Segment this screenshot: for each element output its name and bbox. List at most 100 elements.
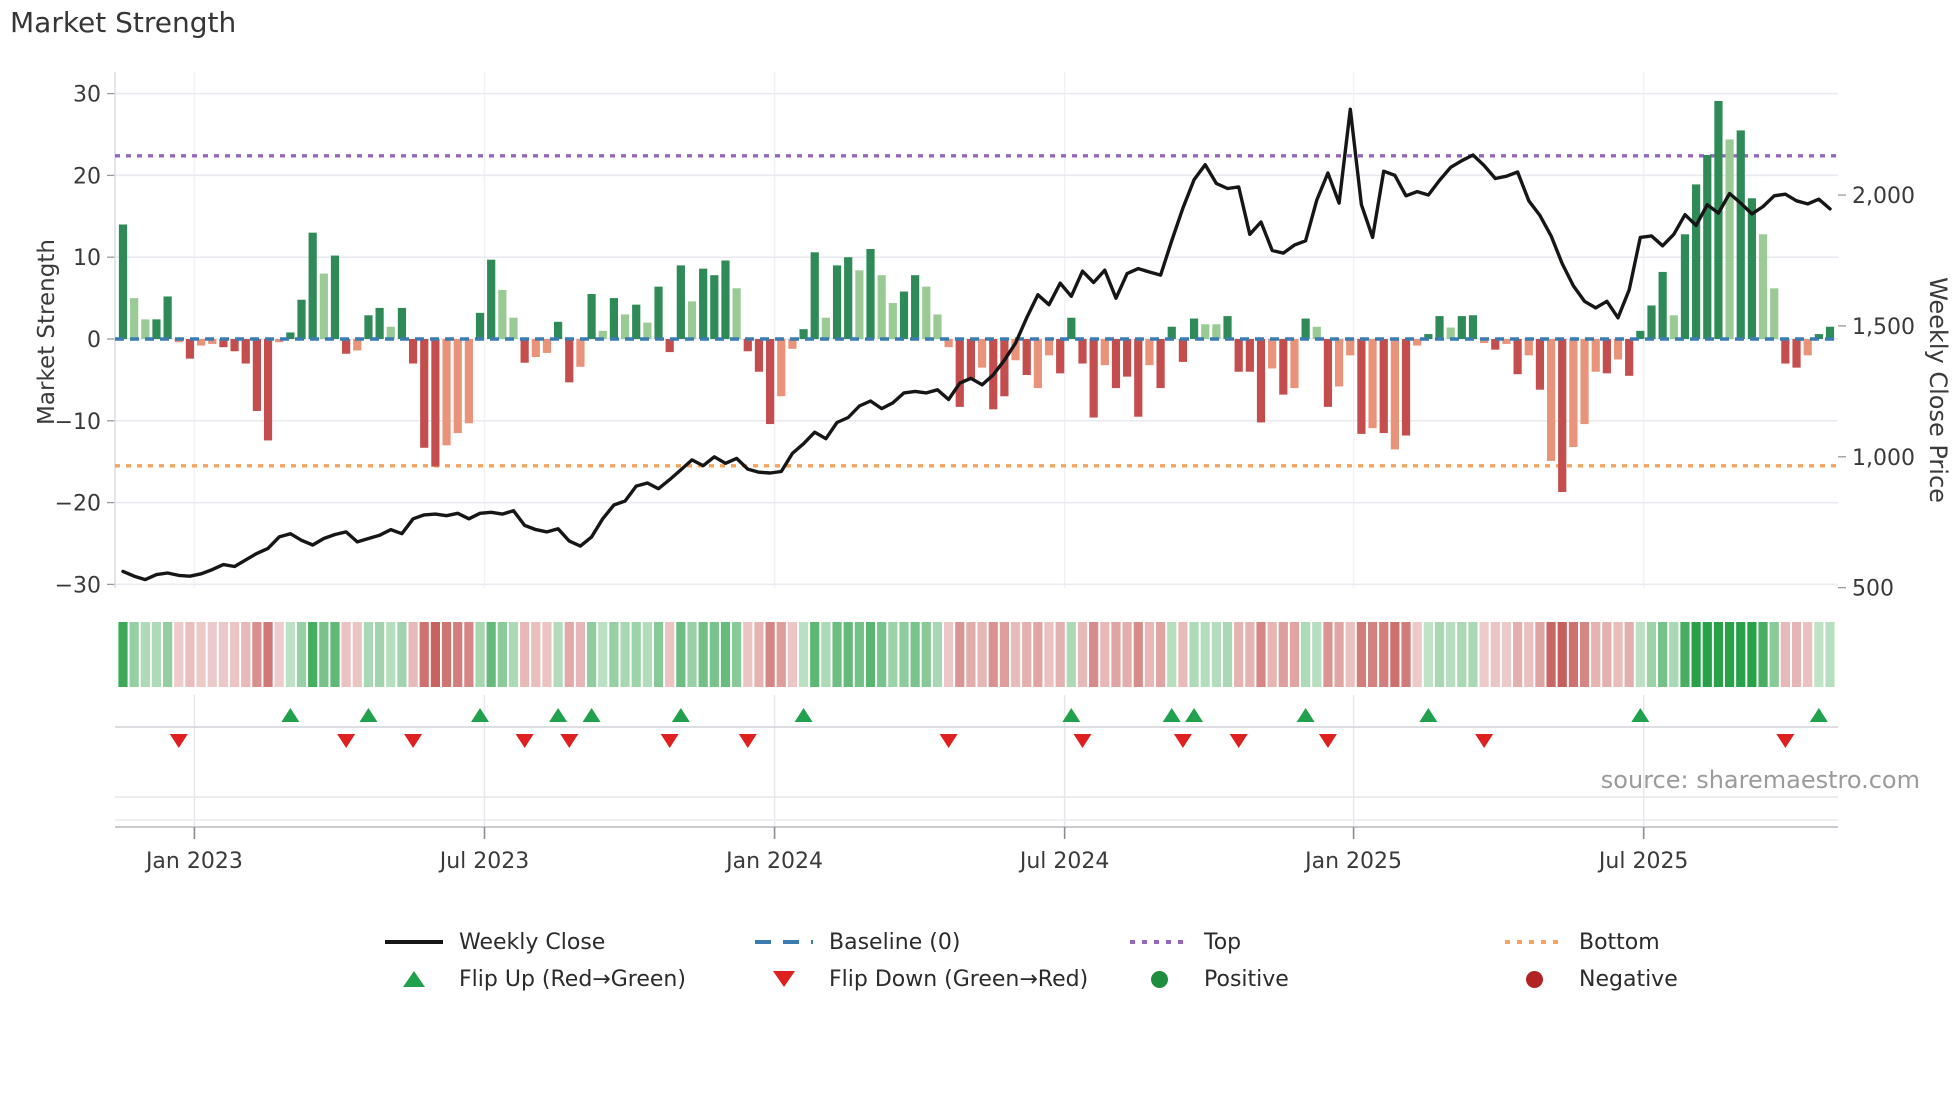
- strength-bar: [844, 257, 853, 339]
- legend-label: Negative: [1579, 966, 1678, 992]
- heatmap-cell: [453, 622, 463, 687]
- legend-item-flip-up: Flip Up (Red→Green): [383, 962, 686, 996]
- flip-up-marker: [582, 708, 601, 722]
- heatmap-cell: [564, 622, 574, 687]
- heatmap-cell: [241, 622, 251, 687]
- strength-bar: [542, 339, 552, 353]
- heatmap-cell: [854, 622, 864, 687]
- flip-up-marker: [671, 708, 690, 722]
- heatmap-cell: [653, 622, 664, 687]
- strength-bar: [1658, 271, 1667, 339]
- strength-bar: [1033, 339, 1042, 389]
- flip-down-marker: [515, 734, 534, 748]
- heatmap-cell: [1446, 622, 1456, 687]
- heatmap-cell: [1044, 622, 1054, 687]
- right-axis-title: Weekly Close Price: [1924, 277, 1952, 503]
- heatmap-cell: [1111, 622, 1121, 687]
- strength-bar: [1546, 339, 1556, 461]
- strength-bar: [977, 339, 987, 368]
- strength-bar: [1758, 234, 1768, 339]
- strength-bar: [1401, 339, 1411, 436]
- negative-dot-icon: [1503, 970, 1565, 988]
- heatmap-cell: [1669, 622, 1679, 687]
- heatmap-cell: [743, 622, 753, 687]
- heatmap-cell: [363, 622, 374, 687]
- left-axis-tick-label: −30: [55, 573, 101, 598]
- strength-bar: [1256, 339, 1266, 423]
- heatmap-cell: [1312, 622, 1322, 687]
- heatmap-cell: [375, 622, 385, 687]
- left-axis-tick-label: 10: [73, 246, 101, 271]
- flip-down-marker: [404, 734, 423, 748]
- legend-item-top: Top: [1128, 925, 1241, 959]
- strength-bar: [1178, 339, 1188, 362]
- heatmap-cell: [1234, 622, 1244, 687]
- heatmap-cell: [687, 622, 697, 687]
- heatmap-cell: [765, 622, 775, 687]
- heatmap-cell: [609, 622, 619, 687]
- strength-bar: [1056, 339, 1065, 374]
- strength-bar: [620, 314, 630, 339]
- strength-bar: [330, 255, 340, 339]
- strength-bar: [1457, 316, 1466, 339]
- strength-bar: [1781, 339, 1790, 364]
- strength-bar: [386, 326, 395, 339]
- top-dotted-icon: [1128, 938, 1190, 946]
- strength-bar: [252, 339, 261, 411]
- heatmap-cell: [464, 622, 474, 687]
- heatmap-cell: [798, 622, 809, 687]
- strength-bar: [743, 339, 752, 352]
- baseline-dash-icon: [753, 938, 815, 946]
- heatmap-cell: [163, 622, 173, 687]
- heatmap-cell: [553, 622, 563, 687]
- heatmap-cell: [542, 622, 552, 687]
- strength-bar: [1279, 339, 1288, 395]
- heatmap-cell: [1301, 622, 1311, 687]
- heatmap-cell: [1624, 622, 1634, 687]
- heatmap-cell: [1133, 622, 1143, 687]
- strength-bar: [765, 339, 775, 425]
- heatmap-cell: [1513, 622, 1523, 687]
- flip-down-triangle-icon: [753, 971, 815, 987]
- heatmap-cell: [1736, 622, 1746, 687]
- heatmap-cell: [1524, 622, 1534, 687]
- strength-bar: [665, 339, 674, 353]
- heatmap-cell: [944, 622, 954, 687]
- strength-bar: [1602, 339, 1611, 374]
- strength-bar: [1714, 100, 1723, 339]
- heatmap-cell: [341, 622, 351, 687]
- heatmap-cell: [397, 622, 407, 687]
- heatmap-cell: [1814, 622, 1824, 687]
- heatmap-cell: [475, 622, 485, 687]
- strength-bar: [453, 339, 462, 434]
- heatmap-cell: [252, 622, 262, 687]
- strength-bar: [420, 339, 429, 448]
- strength-bar: [777, 339, 786, 397]
- heatmap-cell: [1211, 622, 1221, 687]
- strength-bar: [185, 339, 195, 359]
- legend-label: Positive: [1204, 966, 1289, 992]
- strength-bar: [375, 307, 384, 339]
- strength-bar: [1613, 339, 1623, 360]
- heatmap-cell: [1323, 622, 1333, 687]
- strength-bar: [922, 286, 931, 339]
- heatmap-cell: [1390, 622, 1400, 687]
- strength-bar: [877, 275, 886, 339]
- strength-bar: [1223, 316, 1232, 339]
- heatmap-cell: [1122, 622, 1132, 687]
- strength-bar: [1792, 339, 1801, 368]
- heatmap-cell: [140, 622, 150, 687]
- chart-canvas: 30 20 10 0 −10 −20 −30 2,000 1,500 1,000 500 Jan 20…: [55, 72, 1915, 874]
- flip-down-markers: [169, 734, 1795, 748]
- strength-bar: [1692, 184, 1701, 339]
- heatmap-cell: [497, 622, 507, 687]
- strength-bars: [118, 100, 1835, 492]
- x-axis-tick-label: Jan 2024: [724, 849, 823, 874]
- strength-bar: [241, 339, 250, 364]
- strength-bar: [408, 339, 418, 364]
- strength-bar: [1268, 339, 1277, 369]
- right-axis-tick-label: 1,500: [1852, 315, 1915, 340]
- heatmap-cell: [698, 622, 708, 687]
- strength-bar: [118, 224, 128, 339]
- right-axis-tick-label: 500: [1852, 577, 1894, 602]
